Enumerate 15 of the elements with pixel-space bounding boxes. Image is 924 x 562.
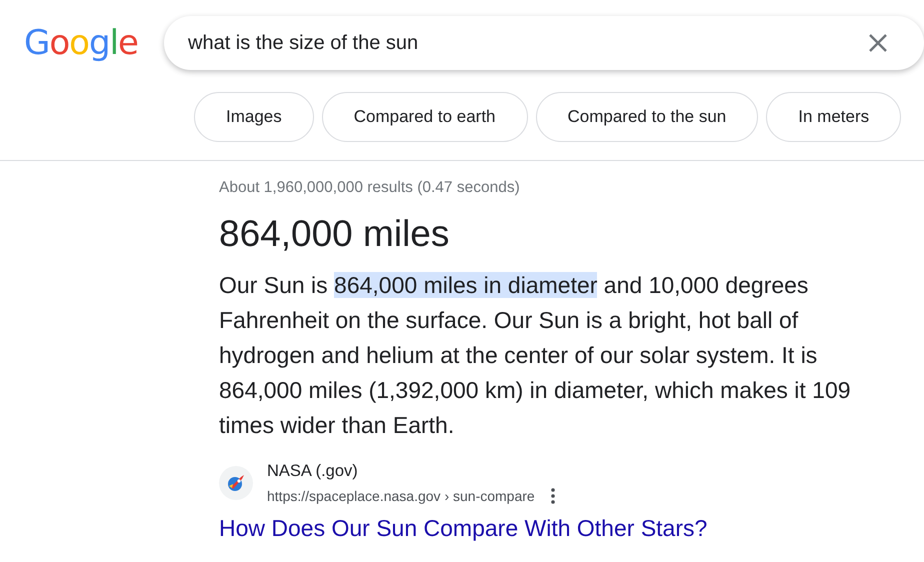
search-field[interactable]: what is the size of the sun <box>164 16 924 70</box>
answer-title: 864,000 miles <box>219 212 450 256</box>
rocket-icon <box>225 472 247 494</box>
filter-chip[interactable]: Compared to earth <box>322 92 528 142</box>
result-link[interactable]: How Does Our Sun Compare With Other Stars? <box>219 515 708 542</box>
source-name: NASA (.gov) <box>267 461 359 482</box>
filter-chip[interactable]: In meters <box>766 92 902 142</box>
source-url: https://spaceplace.nasa.gov › sun-compare <box>267 487 535 506</box>
logo[interactable]: Google <box>24 26 164 60</box>
filter-chip[interactable]: Compared to the sun <box>536 92 758 142</box>
filter-chip[interactable]: Images <box>194 92 314 142</box>
answer-text: Our Sun is 864,000 miles in diameter and 10,000 degrees Fahrenheit on the surface. Our Sun is a bright, hot ball of hydrogen and helium at the center of our solar system. It is 864,000 miles (1,392,000 km) in diameter, which makes it 109 times wider than Earth. <box>219 271 852 440</box>
close-icon[interactable] <box>868 33 888 53</box>
result-count: About 1,960,000,000 results (0.47 seconds) <box>219 178 521 198</box>
more-icon[interactable] <box>550 488 555 504</box>
